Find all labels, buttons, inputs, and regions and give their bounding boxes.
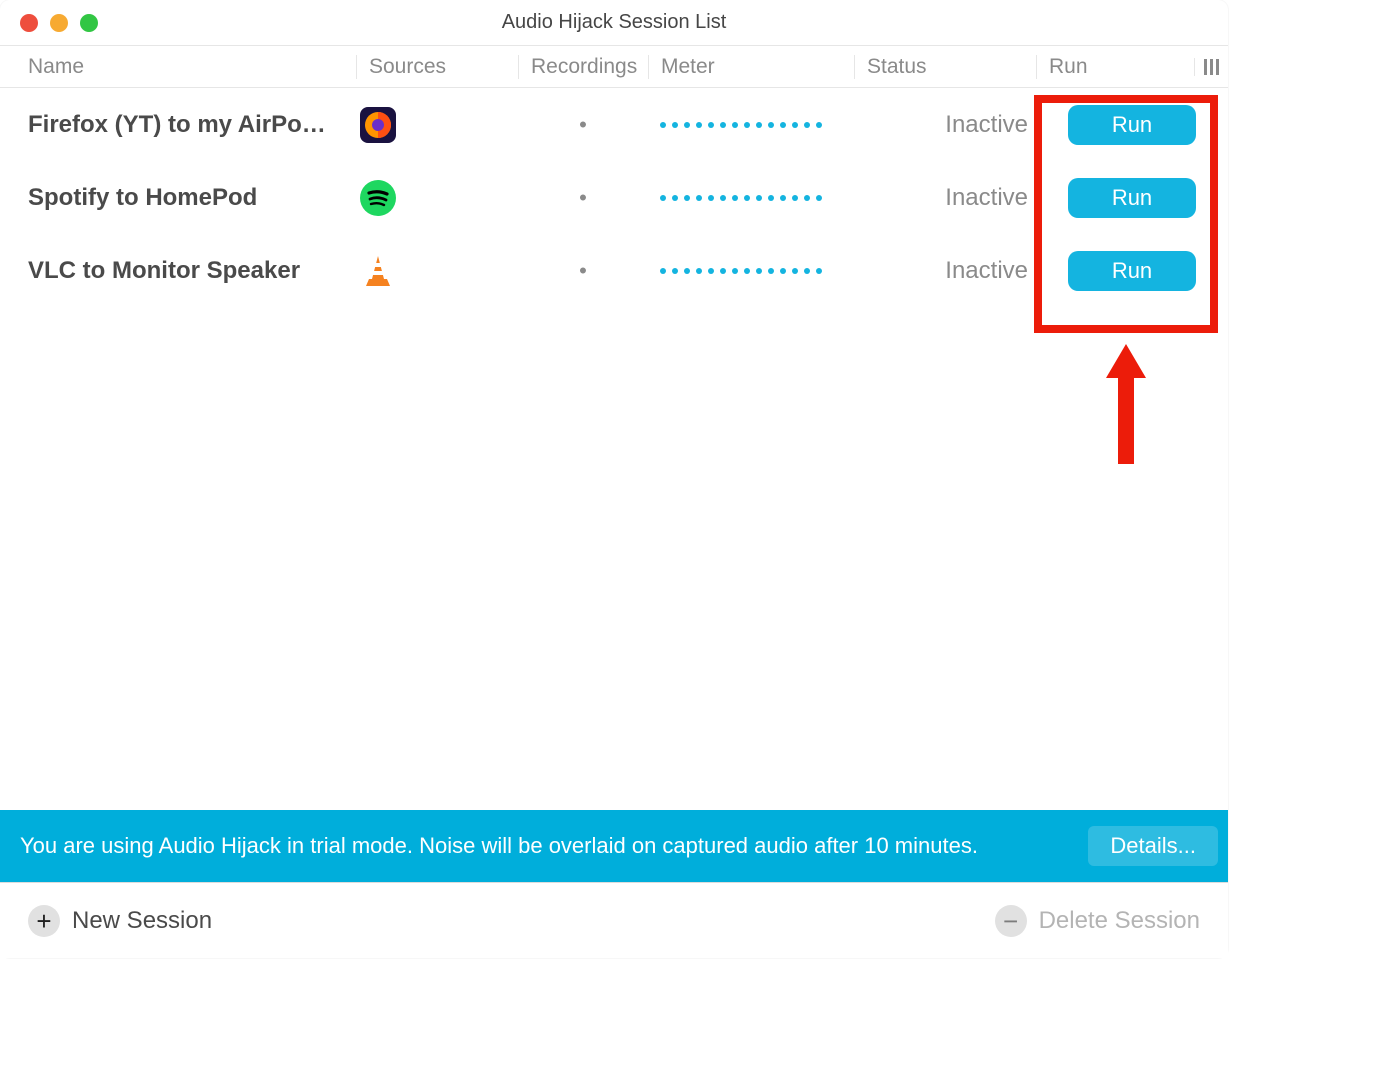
run-button[interactable]: Run — [1068, 251, 1196, 291]
session-status: Inactive — [854, 111, 1036, 139]
column-header-status[interactable]: Status — [854, 55, 1036, 79]
session-source — [356, 107, 518, 143]
delete-session-label: Delete Session — [1039, 907, 1200, 935]
session-meter — [648, 266, 854, 276]
window-title: Audio Hijack Session List — [0, 11, 1228, 34]
session-status: Inactive — [854, 257, 1036, 285]
spotify-icon — [360, 180, 396, 216]
trial-details-button[interactable]: Details... — [1088, 826, 1218, 866]
plus-icon: + — [28, 905, 60, 937]
minus-icon: − — [995, 905, 1027, 937]
session-name: Firefox (YT) to my AirPo… — [0, 111, 356, 139]
window-minimize-button[interactable] — [50, 14, 68, 32]
column-header-run[interactable]: Run — [1036, 55, 1194, 79]
session-run-cell: Run — [1036, 178, 1228, 218]
session-run-cell: Run — [1036, 251, 1228, 291]
column-headers: Name Sources Recordings Meter Status Run — [0, 46, 1228, 88]
session-meter — [648, 120, 854, 130]
session-recordings-indicator: • — [518, 112, 648, 138]
window-close-button[interactable] — [20, 14, 38, 32]
column-configure-button[interactable] — [1194, 58, 1228, 76]
session-list: Firefox (YT) to my AirPo…•InactiveRunSpo… — [0, 88, 1228, 307]
app-window: Audio Hijack Session List Name Sources R… — [0, 0, 1228, 958]
annotation-arrow — [1106, 344, 1146, 464]
session-row[interactable]: VLC to Monitor Speaker • Inactive Run — [0, 234, 1228, 307]
session-recordings-indicator: • — [518, 185, 648, 211]
window-zoom-button[interactable] — [80, 14, 98, 32]
trial-banner: You are using Audio Hijack in trial mode… — [0, 810, 1228, 882]
session-source — [356, 180, 518, 216]
titlebar: Audio Hijack Session List — [0, 0, 1228, 46]
bottom-toolbar: + New Session − Delete Session — [0, 882, 1228, 958]
session-meter — [648, 193, 854, 203]
vlc-icon — [360, 253, 396, 289]
column-header-meter[interactable]: Meter — [648, 55, 854, 79]
traffic-lights — [0, 14, 98, 32]
session-row[interactable]: Firefox (YT) to my AirPo… • Inactive Run — [0, 88, 1228, 161]
trial-banner-text: You are using Audio Hijack in trial mode… — [20, 832, 978, 861]
run-button[interactable]: Run — [1068, 105, 1196, 145]
delete-session-button[interactable]: − Delete Session — [985, 897, 1210, 945]
firefox-icon — [360, 107, 396, 143]
session-name: Spotify to HomePod — [0, 184, 356, 212]
new-session-label: New Session — [72, 907, 212, 935]
run-button[interactable]: Run — [1068, 178, 1196, 218]
column-header-recordings[interactable]: Recordings — [518, 55, 648, 79]
new-session-button[interactable]: + New Session — [18, 897, 222, 945]
session-source — [356, 253, 518, 289]
column-header-name[interactable]: Name — [0, 55, 356, 79]
session-recordings-indicator: • — [518, 258, 648, 284]
session-name: VLC to Monitor Speaker — [0, 257, 356, 285]
session-run-cell: Run — [1036, 105, 1228, 145]
column-header-sources[interactable]: Sources — [356, 55, 518, 79]
session-status: Inactive — [854, 184, 1036, 212]
session-row[interactable]: Spotify to HomePod • Inactive Run — [0, 161, 1228, 234]
